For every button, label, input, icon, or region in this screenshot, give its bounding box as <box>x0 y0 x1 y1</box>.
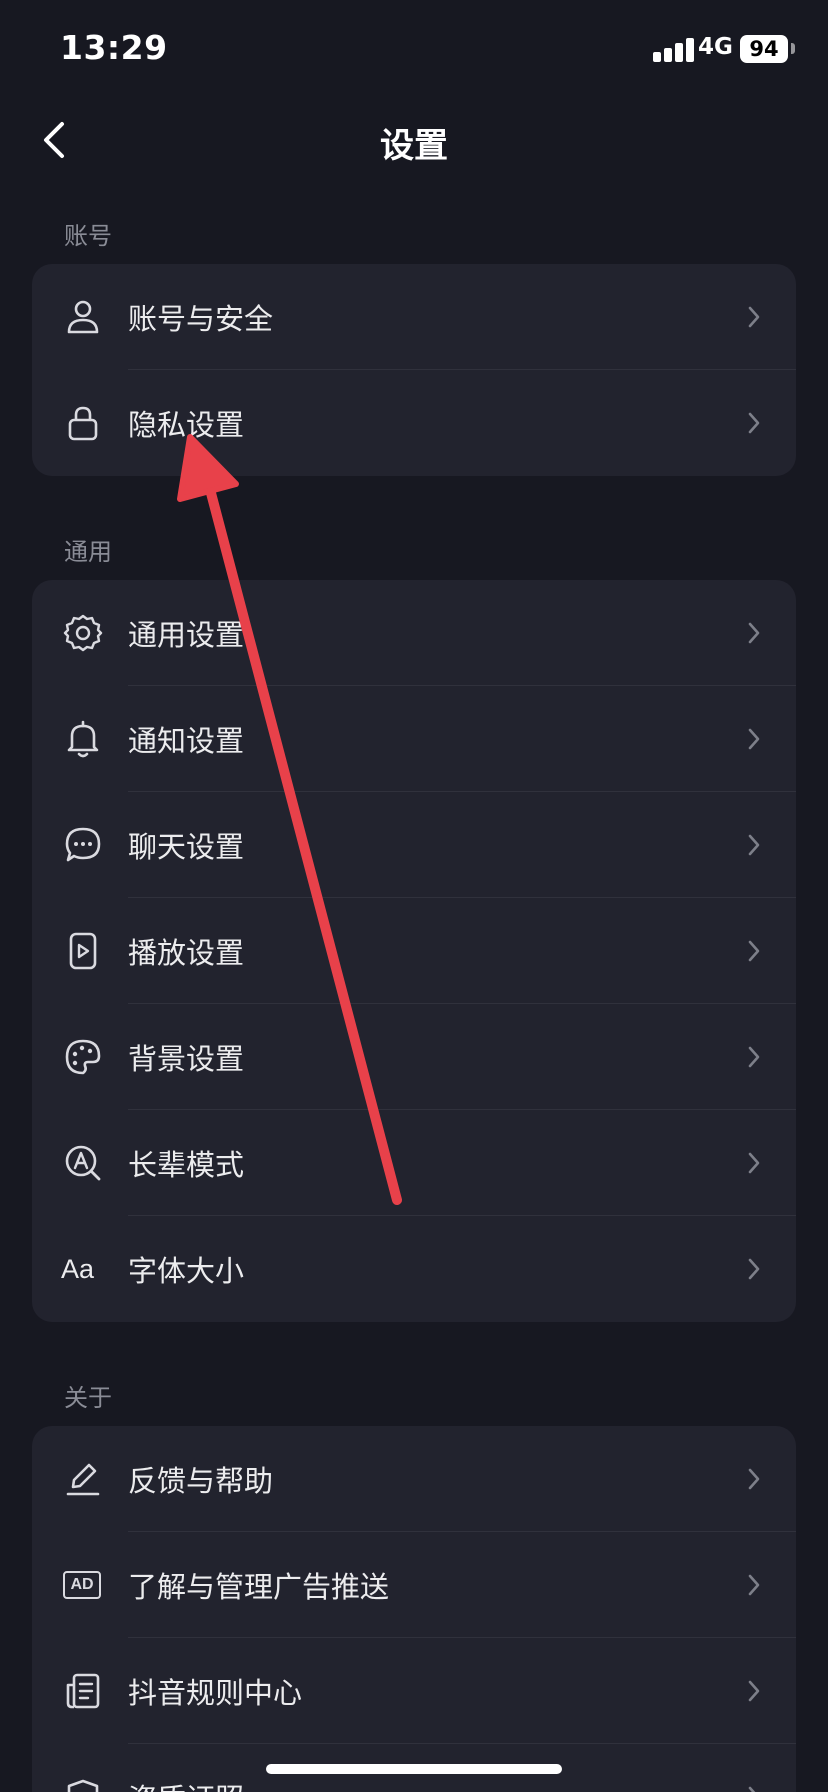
ad-icon-text: AD <box>63 1571 101 1599</box>
settings-item-label: 背景设置 <box>128 1042 245 1076</box>
general-card: 通用设置 通知设置 聊天设置 播放设置 背景设置 长辈模式 Aa 字体大小 <box>32 580 796 1322</box>
edit-pen-icon <box>62 1458 104 1500</box>
settings-item-label: 播放设置 <box>128 936 245 970</box>
section-label-account: 账号 <box>64 222 112 250</box>
settings-item-rules-center[interactable]: 抖音规则中心 <box>32 1638 796 1744</box>
play-file-icon <box>62 930 104 972</box>
bell-icon <box>62 718 104 760</box>
settings-item-elder-mode[interactable]: 长辈模式 <box>32 1110 796 1216</box>
settings-item-account-security[interactable]: 账号与安全 <box>32 264 796 370</box>
shield-icon <box>62 1776 104 1792</box>
nav-bar: 设置 <box>0 100 828 180</box>
chevron-right-icon <box>748 1258 760 1280</box>
settings-item-label: 通知设置 <box>128 724 245 758</box>
settings-item-privacy[interactable]: 隐私设置 <box>32 370 796 476</box>
settings-item-background[interactable]: 背景设置 <box>32 1004 796 1110</box>
chevron-right-icon <box>748 1468 760 1490</box>
settings-item-label: 资质证照 <box>128 1776 244 1792</box>
settings-item-playback[interactable]: 播放设置 <box>32 898 796 1004</box>
settings-item-notification[interactable]: 通知设置 <box>32 686 796 792</box>
settings-item-general[interactable]: 通用设置 <box>32 580 796 686</box>
battery-cap <box>791 43 795 54</box>
about-card: 反馈与帮助 AD 了解与管理广告推送 抖音规则中心 资质证照 <box>32 1426 796 1792</box>
settings-item-ad-management[interactable]: AD 了解与管理广告推送 <box>32 1532 796 1638</box>
battery-icon: 94 <box>740 35 788 63</box>
settings-item-label: 通用设置 <box>128 618 245 652</box>
chat-bubble-icon <box>62 824 104 866</box>
chevron-right-icon <box>748 622 760 644</box>
ad-icon: AD <box>58 1564 106 1606</box>
font-size-icon: Aa <box>61 1253 95 1284</box>
home-indicator <box>266 1764 562 1774</box>
settings-item-feedback[interactable]: 反馈与帮助 <box>32 1426 796 1532</box>
lock-icon <box>62 402 104 444</box>
user-icon <box>62 296 104 338</box>
settings-item-label: 聊天设置 <box>128 830 245 864</box>
chevron-right-icon <box>748 412 760 434</box>
signal-strength-icon <box>653 36 703 62</box>
settings-item-label: 长辈模式 <box>128 1148 245 1182</box>
document-list-icon <box>62 1670 104 1712</box>
section-label-about: 关于 <box>64 1384 112 1412</box>
section-label-general: 通用 <box>64 538 112 566</box>
elder-mode-icon <box>62 1142 104 1184</box>
chevron-right-icon <box>748 1680 760 1702</box>
settings-item-font-size[interactable]: Aa 字体大小 <box>32 1216 796 1322</box>
chevron-right-icon <box>748 1574 760 1596</box>
settings-item-chat[interactable]: 聊天设置 <box>32 792 796 898</box>
settings-item-label: 反馈与帮助 <box>128 1464 274 1498</box>
battery-level: 94 <box>749 37 779 61</box>
settings-item-label: 账号与安全 <box>128 302 274 336</box>
chevron-right-icon <box>748 1046 760 1068</box>
network-type: 4G <box>698 34 733 60</box>
gear-icon <box>62 612 104 654</box>
status-time: 13:29 <box>60 28 168 67</box>
chevron-right-icon <box>748 728 760 750</box>
settings-screen: 13:29 4G 94 设置 账号 账号与安全 隐私设置 通用 通用设置 通知设… <box>0 0 828 1792</box>
chevron-right-icon <box>748 834 760 856</box>
settings-item-label: 隐私设置 <box>128 408 245 442</box>
chevron-right-icon <box>748 940 760 962</box>
status-bar: 13:29 4G 94 <box>0 0 828 100</box>
page-title: 设置 <box>380 126 448 166</box>
palette-icon <box>62 1036 104 1078</box>
settings-item-label: 抖音规则中心 <box>128 1676 303 1710</box>
settings-item-label: 了解与管理广告推送 <box>128 1570 390 1604</box>
settings-item-label: 字体大小 <box>128 1254 245 1288</box>
chevron-right-icon <box>748 306 760 328</box>
account-card: 账号与安全 隐私设置 <box>32 264 796 476</box>
chevron-right-icon <box>748 1152 760 1174</box>
chevron-right-icon <box>748 1786 756 1792</box>
